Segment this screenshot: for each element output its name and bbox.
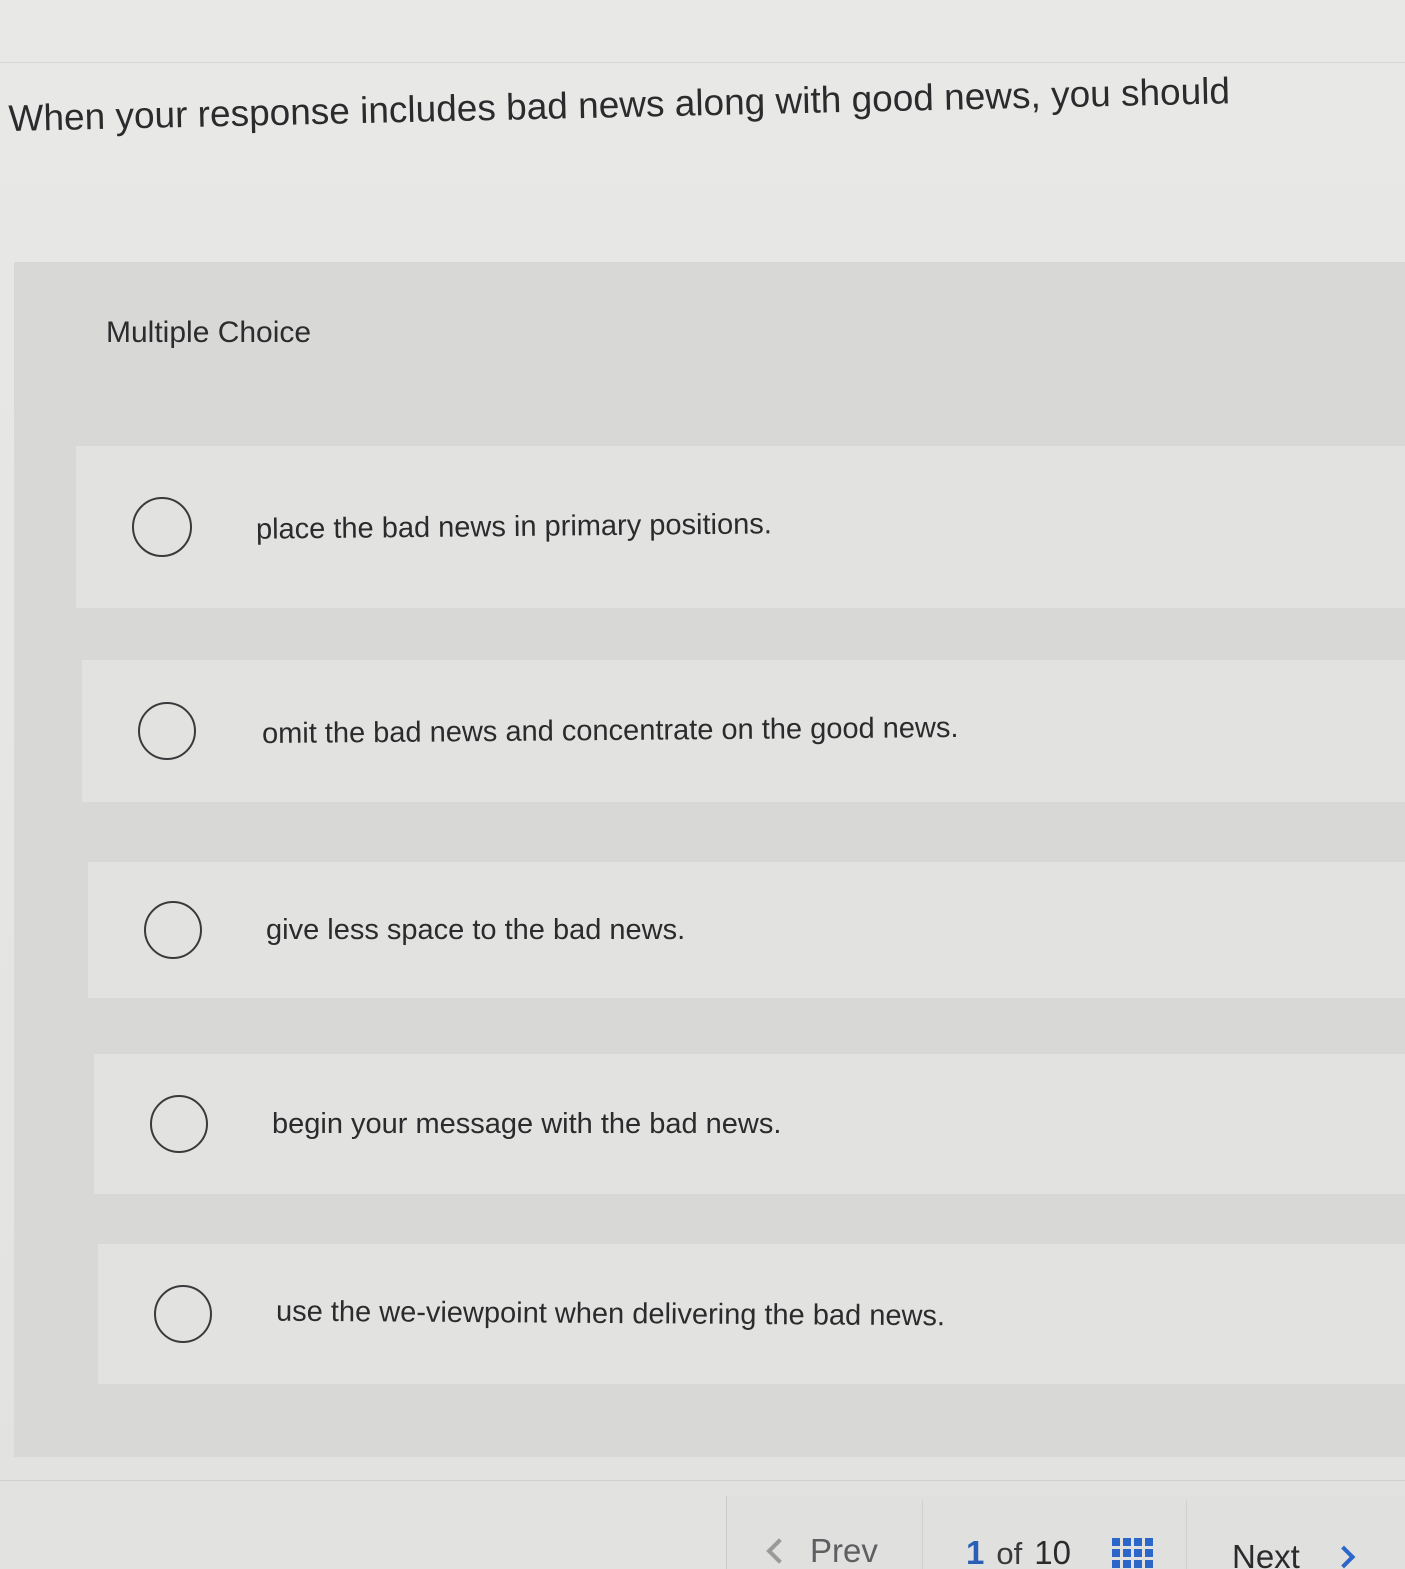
next-button[interactable]: Next [1232, 1538, 1356, 1569]
chevron-right-icon [1332, 1545, 1356, 1569]
page-indicator: 1 of 10 [966, 1534, 1071, 1569]
radio-button-option-5[interactable] [154, 1285, 212, 1343]
radio-button-option-4[interactable] [150, 1095, 208, 1153]
answer-option-3[interactable]: give less space to the bad news. [88, 862, 1405, 998]
question-type-label: Multiple Choice [106, 316, 312, 349]
radio-button-option-3[interactable] [144, 901, 202, 959]
radio-button-option-2[interactable] [138, 702, 196, 760]
option-1-text: place the bad news in primary positions. [255, 507, 772, 546]
nav-separator [922, 1500, 923, 1569]
chevron-left-icon [766, 1538, 792, 1564]
option-4-text: begin your message with the bad news. [272, 1107, 782, 1140]
answer-option-2[interactable]: omit the bad news and concentrate on the… [82, 660, 1405, 802]
answer-option-5[interactable]: use the we-viewpoint when delivering the… [98, 1244, 1405, 1384]
page-of-label: of [996, 1536, 1023, 1569]
current-page-number: 1 [966, 1534, 985, 1569]
option-3-text: give less space to the bad news. [266, 913, 686, 946]
bottom-divider [0, 1480, 1405, 1481]
option-2-text: omit the bad news and concentrate on the… [261, 711, 959, 750]
prev-button[interactable]: Prev [766, 1532, 878, 1569]
question-grid-icon[interactable] [1112, 1538, 1153, 1569]
question-prompt: When your response includes bad news alo… [8, 70, 1231, 139]
nav-separator [1186, 1500, 1187, 1569]
next-label: Next [1232, 1538, 1300, 1569]
answer-option-1[interactable]: place the bad news in primary positions. [76, 446, 1405, 608]
total-pages-number: 10 [1034, 1534, 1071, 1569]
answer-option-4[interactable]: begin your message with the bad news. [94, 1054, 1405, 1194]
top-divider [0, 62, 1405, 63]
quiz-page: When your response includes bad news alo… [0, 0, 1405, 1569]
option-5-text: use the we-viewpoint when delivering the… [275, 1295, 946, 1332]
radio-button-option-1[interactable] [132, 497, 192, 557]
prev-label: Prev [810, 1532, 878, 1569]
